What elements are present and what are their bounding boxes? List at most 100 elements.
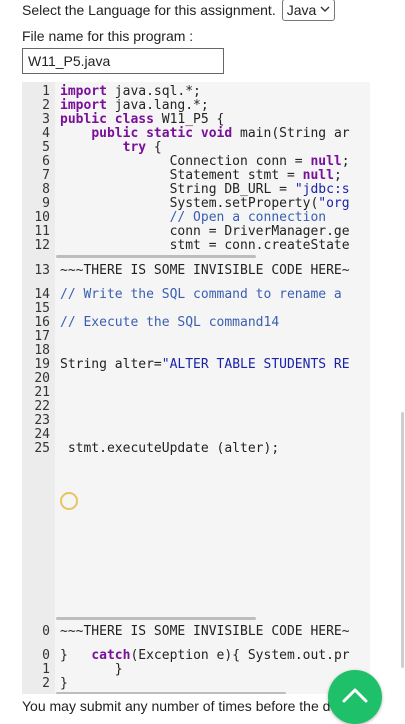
code-token: } bbox=[60, 662, 123, 677]
code-token: { bbox=[146, 140, 162, 155]
code-line[interactable]: 16 // Execute the SQL command14 bbox=[22, 316, 370, 330]
code-text: ~~~THERE IS SOME INVISIBLE CODE HERE~ bbox=[60, 625, 350, 639]
code-line[interactable]: 25 stmt.executeUpdate (alter); bbox=[22, 442, 370, 456]
code-text: // Open a connection bbox=[60, 210, 327, 225]
line-number: 7 bbox=[42, 168, 50, 183]
code-line[interactable]: 23 bbox=[22, 414, 370, 428]
code-line[interactable]: 2} bbox=[22, 677, 370, 691]
code-line[interactable]: 4 public static void main(String ar bbox=[22, 127, 370, 141]
language-select-value: Java bbox=[286, 2, 317, 18]
code-token: public static void bbox=[91, 126, 233, 141]
code-text: conn = DriverManager.ge bbox=[60, 225, 350, 239]
line-number: 23 bbox=[34, 413, 50, 428]
code-token: String alter= bbox=[60, 357, 162, 372]
page-scrollbar[interactable] bbox=[401, 412, 404, 668]
code-token: } bbox=[60, 676, 68, 691]
line-number: 2 bbox=[42, 676, 50, 691]
code-token: W11_P5 { bbox=[153, 112, 225, 127]
line-number: 22 bbox=[34, 399, 50, 414]
code-line[interactable]: 20 bbox=[22, 372, 370, 386]
code-line[interactable]: 11 conn = DriverManager.ge bbox=[22, 225, 370, 239]
code-line[interactable]: 22 bbox=[22, 400, 370, 414]
code-token: conn = DriverManager.ge bbox=[60, 224, 350, 239]
file-name-label: File name for this program : bbox=[22, 28, 194, 44]
line-number: 12 bbox=[34, 238, 50, 253]
code-text: public static void main(String ar bbox=[60, 126, 350, 141]
code-token: null bbox=[310, 154, 342, 169]
code-text: ~~~THERE IS SOME INVISIBLE CODE HERE~ bbox=[60, 264, 350, 278]
code-line[interactable]: 1 import java.sql.*; bbox=[22, 85, 370, 99]
line-number: 2 bbox=[42, 98, 50, 113]
code-line[interactable]: 13 ~~~THERE IS SOME INVISIBLE CODE HERE~ bbox=[22, 264, 370, 278]
code-line[interactable]: 17 bbox=[22, 330, 370, 344]
code-token: System.setProperty( bbox=[60, 196, 319, 211]
code-line[interactable]: 1 } bbox=[22, 663, 370, 677]
code-text: stmt = conn.createState bbox=[60, 239, 350, 253]
code-text: String alter="ALTER TABLE STUDENTS RE bbox=[60, 358, 350, 372]
line-number: 0 bbox=[42, 648, 50, 663]
code-line[interactable]: 10 // Open a connection bbox=[22, 211, 370, 225]
code-line[interactable]: 24 bbox=[22, 428, 370, 442]
code-token: "org bbox=[318, 196, 350, 211]
code-line[interactable]: 15 bbox=[22, 302, 370, 316]
code-line[interactable]: 21 bbox=[22, 386, 370, 400]
line-number: 18 bbox=[34, 343, 50, 358]
code-text: System.setProperty("org bbox=[60, 197, 350, 211]
line-number: 10 bbox=[34, 210, 50, 225]
code-line[interactable]: 9 System.setProperty("org bbox=[22, 197, 370, 211]
code-line[interactable]: 5 try { bbox=[22, 141, 370, 155]
code-token: } bbox=[60, 648, 92, 663]
code-token: ~~~THERE IS SOME INVISIBLE CODE HERE~ bbox=[60, 624, 350, 639]
code-editor[interactable]: 1 import java.sql.*; 2 import java.lang.*; 3… bbox=[22, 82, 370, 694]
code-line[interactable]: 0 ~~~THERE IS SOME INVISIBLE CODE HERE~ bbox=[22, 625, 370, 639]
code-line[interactable]: 2 import java.lang.*; bbox=[22, 99, 370, 113]
line-number: 25 bbox=[34, 441, 50, 456]
code-line[interactable]: 0 } catch(Exception e){ System.out.pr bbox=[22, 649, 370, 663]
scroll-to-top-button[interactable] bbox=[328, 670, 382, 724]
line-number: 0 bbox=[42, 624, 50, 639]
code-token: import bbox=[60, 98, 107, 113]
code-token: java.lang.*; bbox=[106, 98, 209, 113]
code-token: catch bbox=[91, 648, 131, 663]
code-token: main(String ar bbox=[232, 126, 350, 141]
file-name-input[interactable]: W11_P5.java bbox=[22, 48, 224, 74]
line-number: 11 bbox=[34, 224, 50, 239]
code-line[interactable]: 3 public class W11_P5 { bbox=[22, 113, 370, 127]
chevron-down-icon bbox=[320, 5, 330, 16]
line-number: 20 bbox=[34, 371, 50, 386]
code-text: try { bbox=[60, 141, 162, 155]
code-line[interactable]: 8 String DB_URL = "jdbc:s bbox=[22, 183, 370, 197]
code-token: // Open a connection bbox=[169, 210, 327, 225]
language-select[interactable]: Java bbox=[281, 0, 336, 21]
code-token: // Execute the SQL command14 bbox=[60, 315, 280, 330]
horizontal-scrollbar[interactable] bbox=[56, 617, 256, 620]
code-token: ; bbox=[333, 168, 342, 183]
line-number: 1 bbox=[42, 84, 50, 99]
line-number: 21 bbox=[34, 385, 50, 400]
code-line[interactable]: 19 String alter="ALTER TABLE STUDENTS RE bbox=[22, 358, 370, 372]
line-number: 6 bbox=[42, 154, 50, 169]
code-line[interactable]: 18 bbox=[22, 344, 370, 358]
code-token: public class bbox=[60, 112, 154, 127]
code-token: Statement stmt = bbox=[60, 168, 303, 183]
horizontal-scrollbar[interactable] bbox=[56, 692, 286, 694]
code-line[interactable]: 12 stmt = conn.createState bbox=[22, 239, 370, 253]
code-token: // Write the SQL command to rename a bbox=[60, 287, 342, 302]
code-line[interactable]: 7 Statement stmt = null; bbox=[22, 169, 370, 183]
horizontal-scrollbar[interactable] bbox=[56, 255, 256, 258]
code-token: "ALTER TABLE STUDENTS RE bbox=[161, 357, 350, 372]
code-token: String DB_URL = bbox=[60, 182, 295, 197]
code-text: } bbox=[60, 663, 123, 677]
code-text: } catch(Exception e){ System.out.pr bbox=[60, 649, 350, 663]
line-number: 5 bbox=[42, 140, 50, 155]
code-line[interactable]: 14 // Write the SQL command to rename a bbox=[22, 288, 370, 302]
code-line[interactable]: 6 Connection conn = null; bbox=[22, 155, 370, 169]
code-token: try bbox=[122, 140, 147, 155]
code-token: import bbox=[60, 84, 107, 99]
code-token: java.sql.*; bbox=[106, 84, 201, 99]
line-number: 8 bbox=[42, 182, 50, 197]
code-text: public class W11_P5 { bbox=[60, 113, 224, 127]
